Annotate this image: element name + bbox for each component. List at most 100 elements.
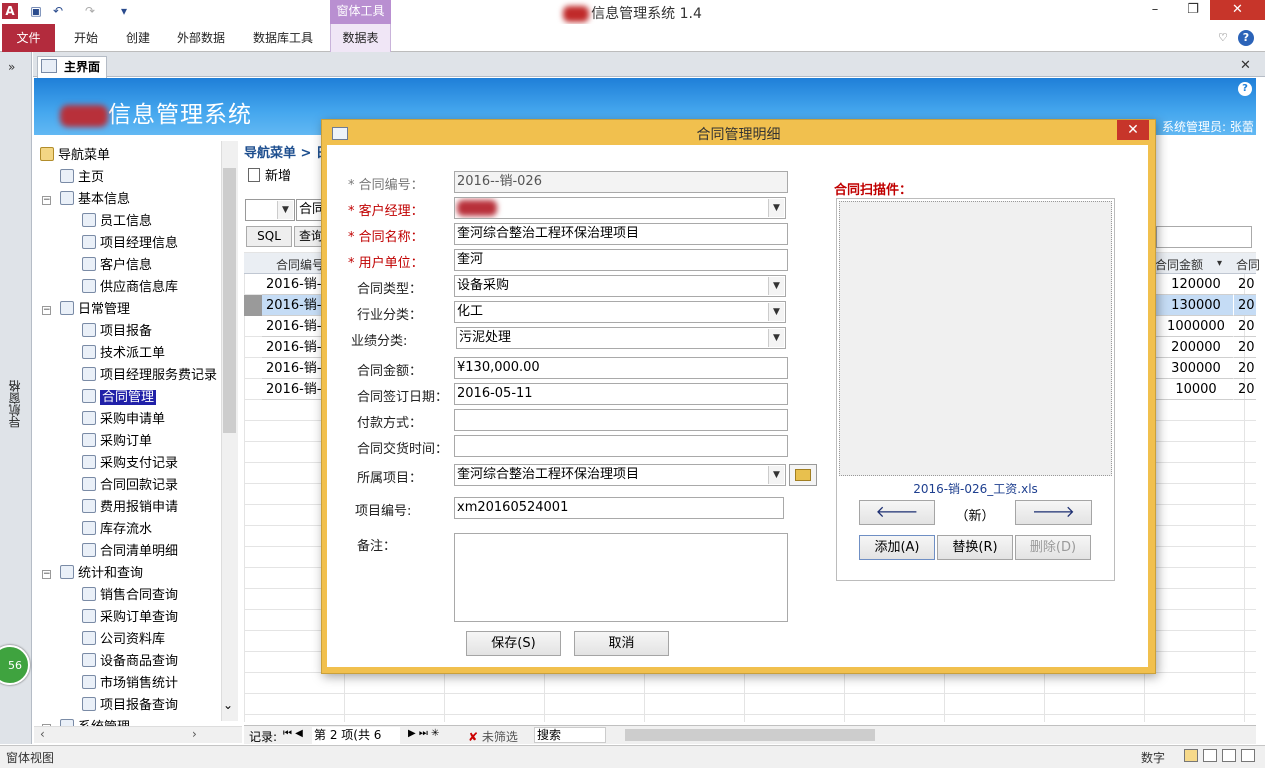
remarks-textarea[interactable] bbox=[454, 533, 788, 622]
tree-item[interactable]: 客户信息 bbox=[82, 257, 152, 275]
cancel-button[interactable]: 取消 bbox=[574, 631, 669, 656]
table-row-amount[interactable]: 120000 bbox=[1155, 274, 1233, 295]
table-row-amount[interactable]: 300000 bbox=[1155, 358, 1233, 379]
contract-name-field[interactable]: 奎河综合整治工程环保治理项目 bbox=[454, 223, 788, 245]
record-search-input[interactable]: 搜索 bbox=[534, 727, 606, 743]
tab-database-tools[interactable]: 数据库工具 bbox=[246, 24, 320, 52]
scan-file-name[interactable]: 2016-销-026_工资.xls bbox=[839, 480, 1112, 497]
tree-item[interactable]: 合同清单明细 bbox=[82, 543, 178, 561]
tree-item[interactable]: 设备商品查询 bbox=[82, 653, 178, 671]
performance-select[interactable]: 污泥处理 ▼ bbox=[456, 327, 786, 349]
table-row-extra[interactable]: 20 bbox=[1234, 295, 1256, 316]
tree-item[interactable]: 项目报备 bbox=[82, 323, 152, 341]
tree-item[interactable]: 主页 bbox=[60, 169, 104, 187]
navigation-pane-label[interactable]: 导航窗格 bbox=[6, 380, 26, 428]
search-input-right[interactable] bbox=[1156, 226, 1252, 248]
industry-select[interactable]: 化工 ▼ bbox=[454, 301, 786, 323]
grid-scrollbar-thumb[interactable] bbox=[625, 729, 875, 741]
tree-item[interactable]: 供应商信息库 bbox=[82, 279, 178, 297]
tree-item[interactable]: 项目经理服务费记录 bbox=[82, 367, 217, 385]
tree-item[interactable]: 库存流水 bbox=[82, 521, 152, 539]
table-row-contract-no[interactable]: 2016-销- bbox=[262, 295, 322, 316]
table-row-extra[interactable]: 20 bbox=[1234, 358, 1256, 379]
tree-item[interactable]: 采购支付记录 bbox=[82, 455, 178, 473]
row-selector[interactable] bbox=[244, 295, 262, 316]
tab-datasheet[interactable]: 数据表 bbox=[330, 24, 391, 52]
layout-view-icon[interactable] bbox=[1222, 749, 1236, 762]
user-unit-field[interactable]: 奎河 bbox=[454, 249, 788, 271]
sql-button[interactable]: SQL bbox=[246, 226, 292, 247]
tree-item[interactable]: 员工信息 bbox=[82, 213, 152, 231]
tab-home[interactable]: 开始 bbox=[64, 24, 108, 52]
tree-item[interactable]: 统计和查询 bbox=[60, 565, 143, 583]
contract-amount-field[interactable]: ¥130,000.00 bbox=[454, 357, 788, 379]
table-row-amount[interactable]: 200000 bbox=[1155, 337, 1233, 358]
minimize-button[interactable]: – bbox=[1140, 0, 1170, 20]
table-row-extra[interactable]: 20 bbox=[1234, 316, 1256, 337]
filter-status[interactable]: ✘ 未筛选 bbox=[468, 728, 518, 745]
table-row-contract-no[interactable]: 2016-销- bbox=[262, 316, 322, 337]
tree-item[interactable]: 公司资料库 bbox=[82, 631, 165, 649]
table-row-extra[interactable]: 20 bbox=[1234, 379, 1256, 400]
sort-icon[interactable]: ▾ bbox=[1217, 258, 1222, 269]
tree-item[interactable]: 基本信息 bbox=[60, 191, 130, 209]
close-doc-icon[interactable]: ✕ bbox=[1240, 58, 1251, 73]
tree-item[interactable]: 采购订单查询 bbox=[82, 609, 178, 627]
contract-type-select[interactable]: 设备采购 ▼ bbox=[454, 275, 786, 297]
table-row-extra[interactable]: 20 bbox=[1234, 337, 1256, 358]
tree-item[interactable]: 项目经理信息 bbox=[82, 235, 178, 253]
tree-item[interactable]: 市场销售统计 bbox=[82, 675, 178, 693]
next-scan-button[interactable]: 🡒 bbox=[1015, 500, 1092, 525]
tree-item[interactable]: 项目报备查询 bbox=[82, 697, 178, 715]
scan-image-area[interactable] bbox=[839, 201, 1112, 476]
column-header-amount[interactable]: 合同金额 bbox=[1155, 256, 1203, 273]
tree-collapse-toggle[interactable]: − bbox=[42, 570, 51, 579]
replace-scan-button[interactable]: 替换(R) bbox=[937, 535, 1013, 560]
scroll-right-icon[interactable]: › bbox=[192, 727, 197, 741]
tree-horizontal-scrollbar[interactable] bbox=[34, 726, 242, 743]
tab-create[interactable]: 创建 bbox=[116, 24, 160, 52]
close-app-button[interactable]: ✕ bbox=[1210, 0, 1265, 20]
project-select[interactable]: 奎河综合整治工程环保治理项目 ▼ bbox=[454, 464, 786, 486]
tree-collapse-toggle[interactable]: − bbox=[42, 306, 51, 315]
tree-item[interactable]: 费用报销申请 bbox=[82, 499, 178, 517]
tree-item[interactable]: 技术派工单 bbox=[82, 345, 165, 363]
query-button[interactable]: 查询 bbox=[294, 226, 324, 247]
new-record-button[interactable]: 新增 bbox=[248, 165, 291, 184]
prev-scan-button[interactable]: 🡐 bbox=[859, 500, 935, 525]
tree-item[interactable]: 销售合同查询 bbox=[82, 587, 178, 605]
filter-field-select[interactable]: ▼ bbox=[245, 199, 295, 221]
restore-button[interactable]: ❐ bbox=[1178, 0, 1208, 20]
next-last-new-record-icons[interactable]: ▶ ⏭ ✳ bbox=[408, 728, 439, 739]
table-row-contract-no[interactable]: 2016-销- bbox=[262, 274, 322, 295]
banner-help-icon[interactable]: ? bbox=[1238, 82, 1252, 96]
save-button[interactable]: 保存(S) bbox=[466, 631, 561, 656]
table-row-contract-no[interactable]: 2016-销- bbox=[262, 358, 322, 379]
table-row-contract-no[interactable]: 2016-销- bbox=[262, 379, 322, 400]
datasheet-view-icon[interactable] bbox=[1203, 749, 1217, 762]
tab-external-data[interactable]: 外部数据 bbox=[170, 24, 232, 52]
project-no-field[interactable]: xm20160524001 bbox=[454, 497, 784, 519]
table-row-contract-no[interactable]: 2016-销- bbox=[262, 337, 322, 358]
table-row-amount[interactable]: 1000000 bbox=[1155, 316, 1233, 337]
form-view-icon[interactable] bbox=[1184, 749, 1198, 762]
tree-root[interactable]: 导航菜单 bbox=[40, 147, 110, 165]
help-icon[interactable]: ? bbox=[1238, 30, 1254, 46]
table-row-extra[interactable]: 20 bbox=[1234, 274, 1256, 295]
tree-item[interactable]: 合同回款记录 bbox=[82, 477, 178, 495]
delete-scan-button[interactable]: 删除(D) bbox=[1015, 535, 1091, 560]
tree-item[interactable]: 合同管理 bbox=[82, 389, 157, 407]
current-record-field[interactable]: 第 2 项(共 6 项) bbox=[312, 727, 400, 759]
scroll-down-icon[interactable]: ⌄ bbox=[223, 698, 233, 712]
sign-date-field[interactable]: 2016-05-11 bbox=[454, 383, 788, 405]
expand-nav-icon[interactable]: » bbox=[8, 60, 15, 74]
payment-method-field[interactable] bbox=[454, 409, 788, 431]
scroll-left-icon[interactable]: ‹ bbox=[40, 727, 45, 741]
column-header-extra[interactable]: 合同 bbox=[1236, 256, 1260, 273]
column-header-contract-no[interactable]: 合同编号 bbox=[276, 256, 324, 273]
design-view-icon[interactable] bbox=[1241, 749, 1255, 762]
tab-file[interactable]: 文件 bbox=[2, 24, 55, 52]
close-dialog-button[interactable]: ✕ bbox=[1117, 120, 1149, 140]
tree-item[interactable]: 采购申请单 bbox=[82, 411, 165, 429]
delivery-time-field[interactable] bbox=[454, 435, 788, 457]
